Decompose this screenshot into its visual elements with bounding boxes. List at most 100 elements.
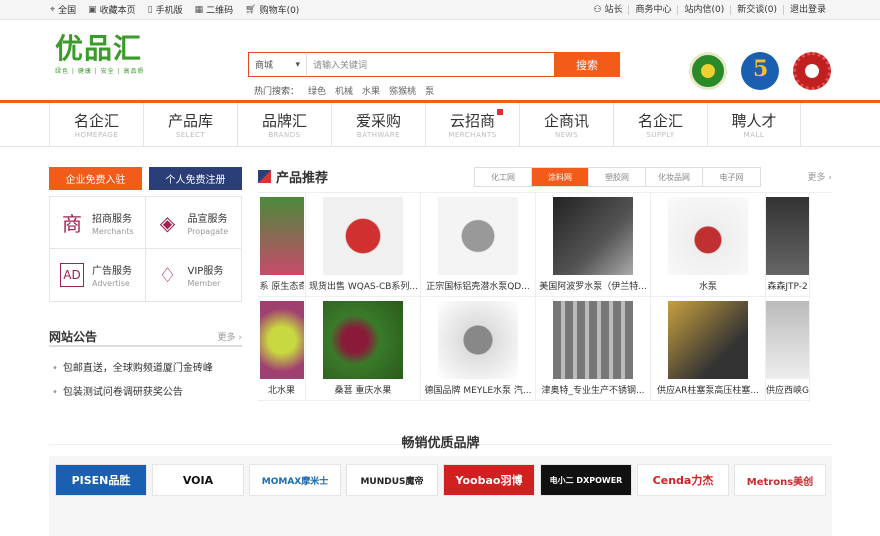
brand-logo[interactable]: VOIA — [152, 464, 244, 496]
product-image — [438, 197, 518, 275]
product-name: 供应AR柱塞泵高压柱塞... — [657, 386, 759, 396]
product-image — [766, 197, 809, 275]
brand-logo[interactable]: PISEN品胜 — [55, 464, 147, 496]
nav-item-select[interactable]: 产品库 SELECT — [143, 103, 237, 147]
product-name: 水泵 — [698, 282, 717, 292]
merchants-service[interactable]: 商 招商服务 Merchants — [50, 197, 146, 249]
tab-chemical[interactable]: 化工网 — [475, 168, 532, 186]
hot-search-item[interactable]: 机械 — [335, 84, 353, 97]
top-bar-right: ⚇ 站长 商务中心 站内信(0) 新交谈(0) 退出登录 — [588, 4, 832, 15]
logo-text: 优品汇 — [55, 32, 143, 65]
chevron-right-icon: › — [238, 332, 242, 343]
chevron-down-icon: ▾ — [295, 59, 300, 70]
product-image — [323, 197, 403, 275]
company-register-button[interactable]: 企业免费入驻 — [49, 167, 142, 190]
product-image — [668, 197, 748, 275]
hot-search-item[interactable]: 绿色 — [308, 84, 326, 97]
product-card[interactable]: 水泵 — [651, 193, 766, 297]
brand-logo[interactable]: MOMAX摩米士 — [249, 464, 341, 496]
product-name: 津奥特_专业生产不锈钢... — [541, 386, 645, 396]
hot-search-item[interactable]: 水果 — [362, 84, 380, 97]
product-name: 桑葚 重庆水果 — [334, 386, 392, 396]
bookmark-link[interactable]: ▣ 收藏本页 — [88, 3, 136, 17]
header: 优品汇 绿色 | 健康 | 安全 | 高品质 商城 ▾ 请输入关键词 搜索 热门搜… — [0, 20, 880, 100]
product-card[interactable]: 桑葚 重庆水果 — [306, 297, 421, 401]
tab-electronics[interactable]: 电子网 — [703, 168, 760, 186]
nav-sublabel: MALL — [743, 130, 765, 139]
product-card[interactable]: 津奥特_专业生产不锈钢... — [536, 297, 651, 401]
tab-coating[interactable]: 涂料网 — [532, 168, 589, 186]
qrcode-link[interactable]: ▦ 二维码 — [195, 3, 234, 17]
chat-link[interactable]: 新交谈(0) — [730, 4, 783, 15]
chevron-right-icon: › — [828, 173, 832, 183]
green-food-badge-icon — [689, 52, 727, 90]
product-card[interactable]: 供应AR柱塞泵高压柱塞... — [651, 297, 766, 401]
hot-search-item[interactable]: 猕猴桃 — [389, 84, 416, 97]
tab-plastic[interactable]: 塑胶网 — [589, 168, 646, 186]
nav-item-mall[interactable]: 聘人才 MALL — [707, 103, 801, 147]
nav-item-supply[interactable]: 名企汇 SUPPLY — [613, 103, 707, 147]
business-center-link[interactable]: 商务中心 — [628, 4, 677, 15]
bookmark-icon: ▣ — [88, 4, 97, 15]
product-card[interactable]: 美国阿波罗水泵（伊兰特... — [536, 193, 651, 297]
vip-service[interactable]: ♢ VIP服务 Member — [146, 249, 242, 301]
tab-cosmetics[interactable]: 化妆品网 — [646, 168, 703, 186]
product-card[interactable]: 系 原生态奇异... — [258, 193, 306, 297]
products-more-link[interactable]: 更多 › — [808, 170, 833, 183]
nav-sublabel: MERCHANTS — [448, 130, 497, 139]
cart-link[interactable]: 🛒︎ 购物车(0) — [245, 3, 299, 17]
search-category-select[interactable]: 商城 ▾ — [248, 52, 307, 77]
brand-logo[interactable]: Metrons美创 — [734, 464, 826, 496]
nav-item-bathware[interactable]: 爱采购 BATHWARE — [331, 103, 425, 147]
advertise-icon: AD — [60, 263, 84, 287]
mobile-link[interactable]: ▯ 手机版 — [147, 3, 183, 17]
brands-title: 畅销优质品牌 — [401, 436, 480, 451]
product-card[interactable]: 德国品牌 MEYLE水泵 汽... — [421, 297, 536, 401]
advertise-service[interactable]: AD 广告服务 Advertise — [50, 249, 146, 301]
logout-link[interactable]: 退出登录 — [782, 4, 832, 15]
service-subtitle: Merchants — [92, 226, 134, 236]
search-category-label: 商城 — [255, 61, 274, 71]
more-label: 更多 — [217, 332, 236, 343]
service-title: 广告服务 — [92, 266, 132, 277]
brand-logo[interactable]: Cenda力杰 — [637, 464, 729, 496]
product-card[interactable]: 供应西峡G — [766, 297, 810, 401]
product-name: 森森JTP-2 — [767, 282, 808, 292]
search-button[interactable]: 搜索 — [554, 52, 620, 77]
propagate-icon: ◈ — [159, 210, 176, 235]
product-card[interactable]: 正宗国标铝壳潜水泵QD... — [421, 193, 536, 297]
notice-panel: 网站公告 更多 › 包邮直送，全球购频道厦门金砖峰 包装测试问卷调研获奖公告 — [49, 327, 242, 405]
brand-logo[interactable]: MUNDUS魔帝 — [346, 464, 438, 496]
product-card[interactable]: 北水果 — [258, 297, 306, 401]
nav-label: 名企汇 — [637, 111, 683, 130]
nav-item-merchants[interactable]: 云招商 MERCHANTS — [425, 103, 519, 147]
hot-search-item[interactable]: 泵 — [425, 84, 434, 97]
search-input[interactable]: 请输入关键词 — [307, 52, 554, 77]
nav-item-brands[interactable]: 品牌汇 BRANDS — [237, 103, 331, 147]
nav-item-homepage[interactable]: 名企汇 HOMEPAGE — [49, 103, 143, 147]
mobile-icon: ▯ — [147, 4, 153, 15]
certification-badges — [689, 52, 845, 90]
inbox-link[interactable]: 站内信(0) — [677, 4, 730, 15]
brand-logo[interactable]: Yoobao羽博 — [443, 464, 535, 496]
user-link[interactable]: ⚇ 站长 — [588, 5, 629, 15]
personal-register-button[interactable]: 个人免费注册 — [149, 167, 242, 190]
nav-sublabel: SELECT — [175, 130, 206, 139]
product-tabs: 化工网 涂料网 塑胶网 化妆品网 电子网 — [474, 167, 761, 187]
service-title: 品宣服务 — [187, 213, 228, 225]
merchants-icon: 商 — [62, 212, 82, 236]
notice-item[interactable]: 包装测试问卷调研获奖公告 — [49, 381, 242, 405]
product-card[interactable]: 现货出售 WQAS-CB系列... — [306, 193, 421, 297]
hot-search: 热门搜索： 绿色 机械 水果 猕猴桃 泵 — [254, 84, 443, 97]
location-link[interactable]: ⌖ 全国 — [50, 3, 77, 17]
location-label: 全国 — [58, 6, 77, 16]
product-card[interactable]: 森森JTP-2 — [766, 193, 810, 297]
brand-logo[interactable]: 电小二 DXPOWER — [540, 464, 632, 496]
nav-item-news[interactable]: 企商讯 NEWS — [519, 103, 613, 147]
notice-more-link[interactable]: 更多 › — [218, 330, 243, 343]
brands-grid: PISEN品胜 VOIA MOMAX摩米士 MUNDUS魔帝 Yoobao羽博 … — [49, 456, 832, 536]
notice-item[interactable]: 包邮直送，全球购频道厦门金砖峰 — [49, 357, 242, 381]
product-name: 北水果 — [267, 386, 295, 396]
site-logo[interactable]: 优品汇 绿色 | 健康 | 安全 | 高品质 — [55, 32, 145, 76]
propagate-service[interactable]: ◈ 品宣服务 Propagate — [145, 197, 241, 249]
